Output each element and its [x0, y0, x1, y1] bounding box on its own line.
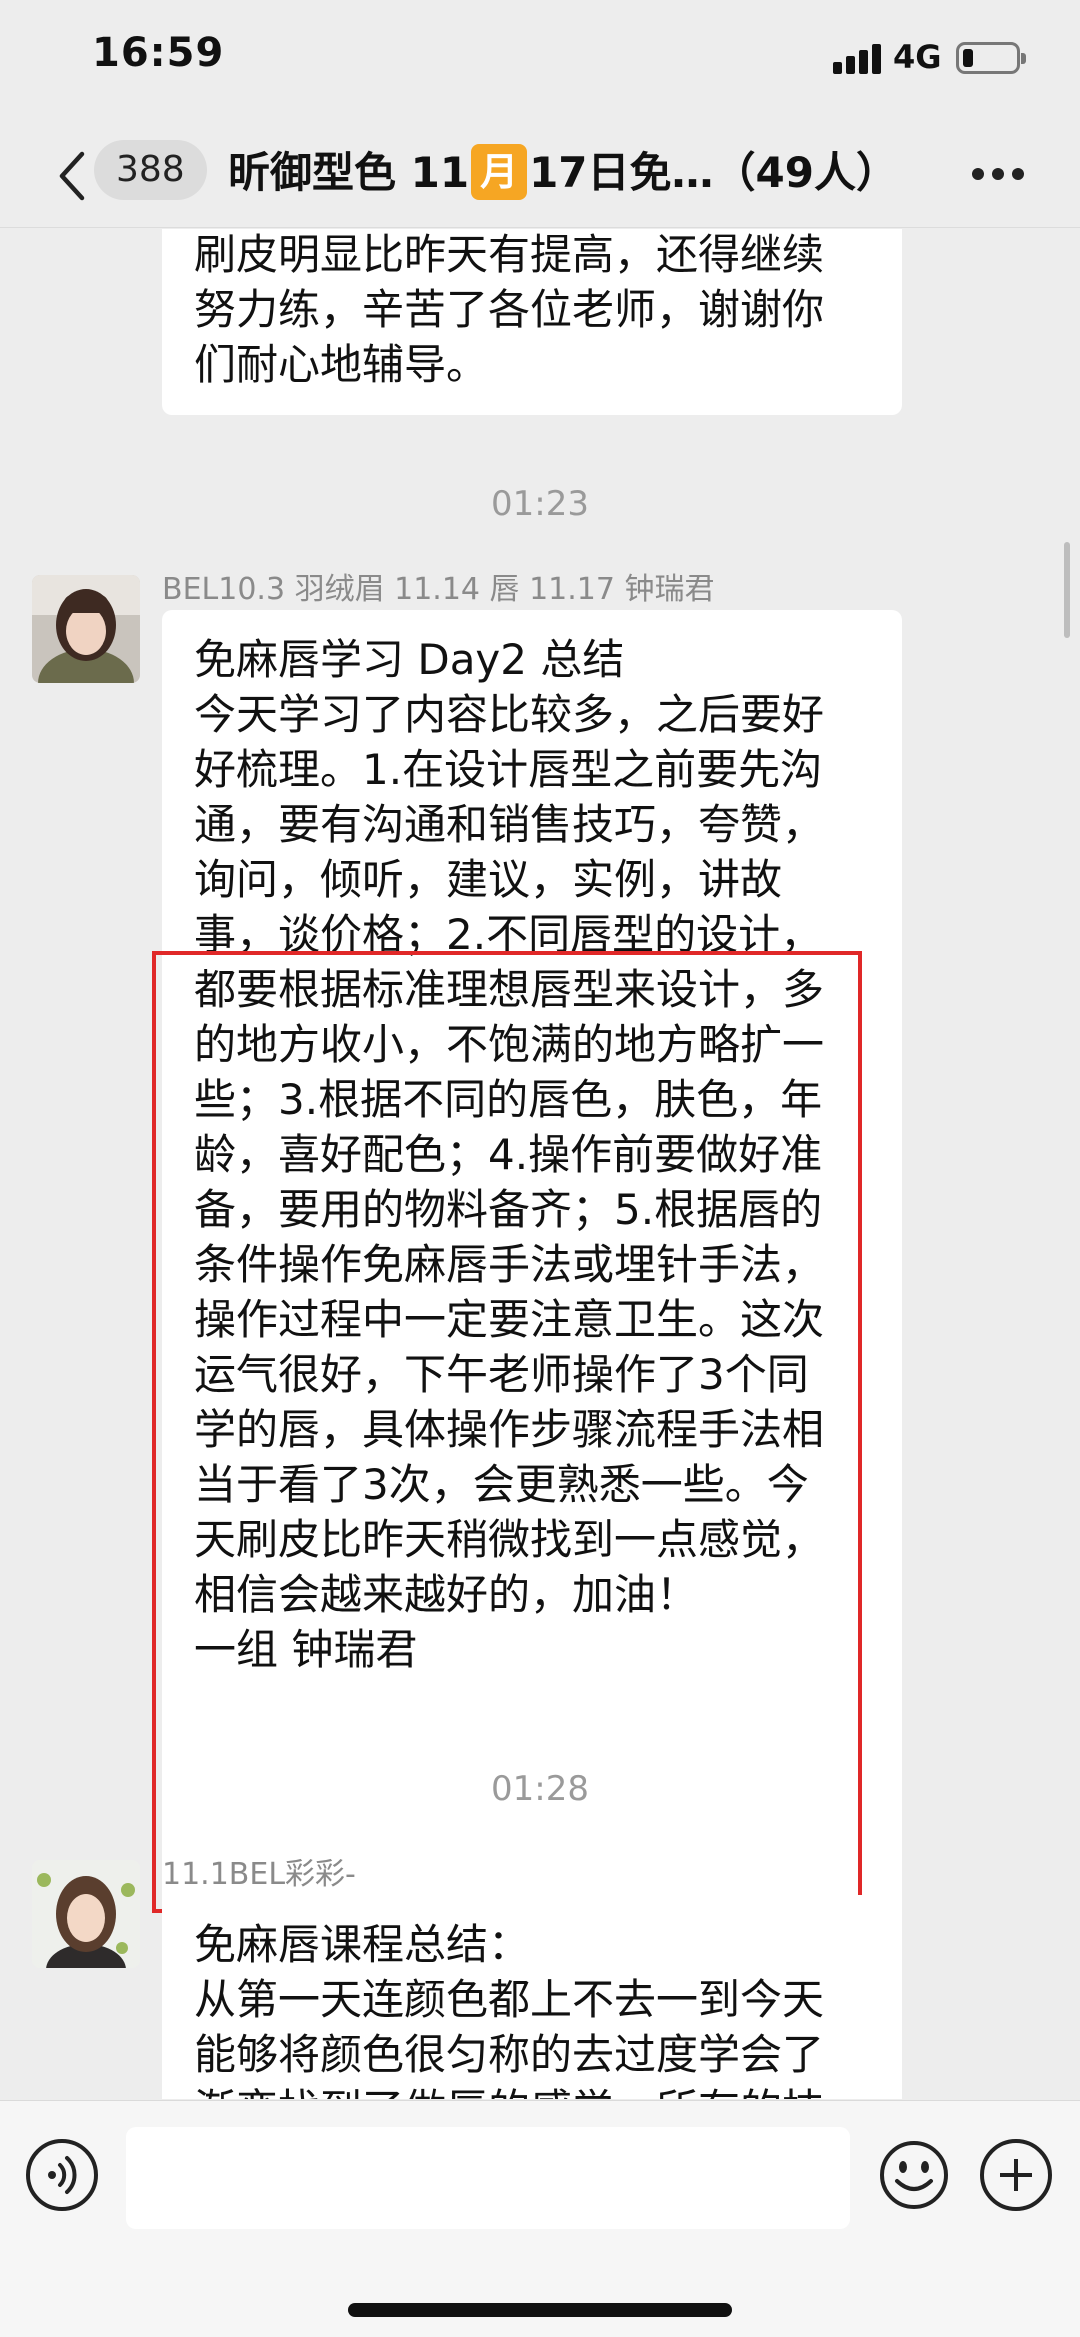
- title-text-end: 17日免…（49人）: [529, 148, 898, 197]
- message-input[interactable]: [126, 2127, 850, 2229]
- avatar[interactable]: [32, 575, 140, 683]
- time-separator: 01:28: [491, 1769, 589, 1809]
- more-dots-icon[interactable]: [972, 168, 1024, 182]
- avatar[interactable]: [32, 1860, 140, 1968]
- title-text-start: 昕御型色 11: [228, 148, 470, 197]
- message-text: 免麻唇课程总结： 从第一天连颜色都上不去一到今天 能够将颜色很匀称的去过度学会了…: [194, 1920, 825, 2099]
- voice-icon[interactable]: [26, 2139, 98, 2211]
- network-label: 4G: [893, 38, 942, 76]
- message-list[interactable]: 刷皮明显比昨天有提高，还得继续 努力练，辛苦了各位老师，谢谢你 们耐心地辅导。 …: [0, 229, 1080, 2099]
- message-bubble: 刷皮明显比昨天有提高，还得继续 努力练，辛苦了各位老师，谢谢你 们耐心地辅导。: [162, 229, 902, 415]
- message-text: 刷皮明显比昨天有提高，还得继续 努力练，辛苦了各位老师，谢谢你 们耐心地辅导。: [194, 230, 825, 389]
- plus-icon[interactable]: [980, 2139, 1052, 2211]
- message-bubble[interactable]: 免麻唇课程总结： 从第一天连颜色都上不去一到今天 能够将颜色很匀称的去过度学会了…: [162, 1895, 902, 2099]
- battery-icon: [956, 42, 1026, 74]
- signal-icon: [833, 44, 883, 74]
- month-emoji: 月: [471, 144, 528, 200]
- unread-count-badge[interactable]: 388: [94, 140, 207, 200]
- scrollbar[interactable]: [1064, 542, 1070, 638]
- emoji-icon[interactable]: [878, 2139, 950, 2211]
- time-separator: 01:23: [491, 484, 589, 524]
- chevron-left-icon[interactable]: [54, 150, 94, 202]
- chat-header: 388 昕御型色 11 月 17日免…（49人）: [0, 120, 1080, 228]
- input-bar: [0, 2100, 1080, 2337]
- status-time: 16:59: [92, 30, 225, 76]
- sender-name: 11.1BEL彩彩-: [162, 1857, 356, 1892]
- sender-name: BEL10.3 羽绒眉 11.14 唇 11.17 钟瑞君: [162, 572, 715, 607]
- status-bar: 16:59 4G: [0, 0, 1080, 120]
- chat-title[interactable]: 昕御型色 11 月 17日免…（49人）: [228, 144, 898, 202]
- home-indicator: [348, 2303, 732, 2317]
